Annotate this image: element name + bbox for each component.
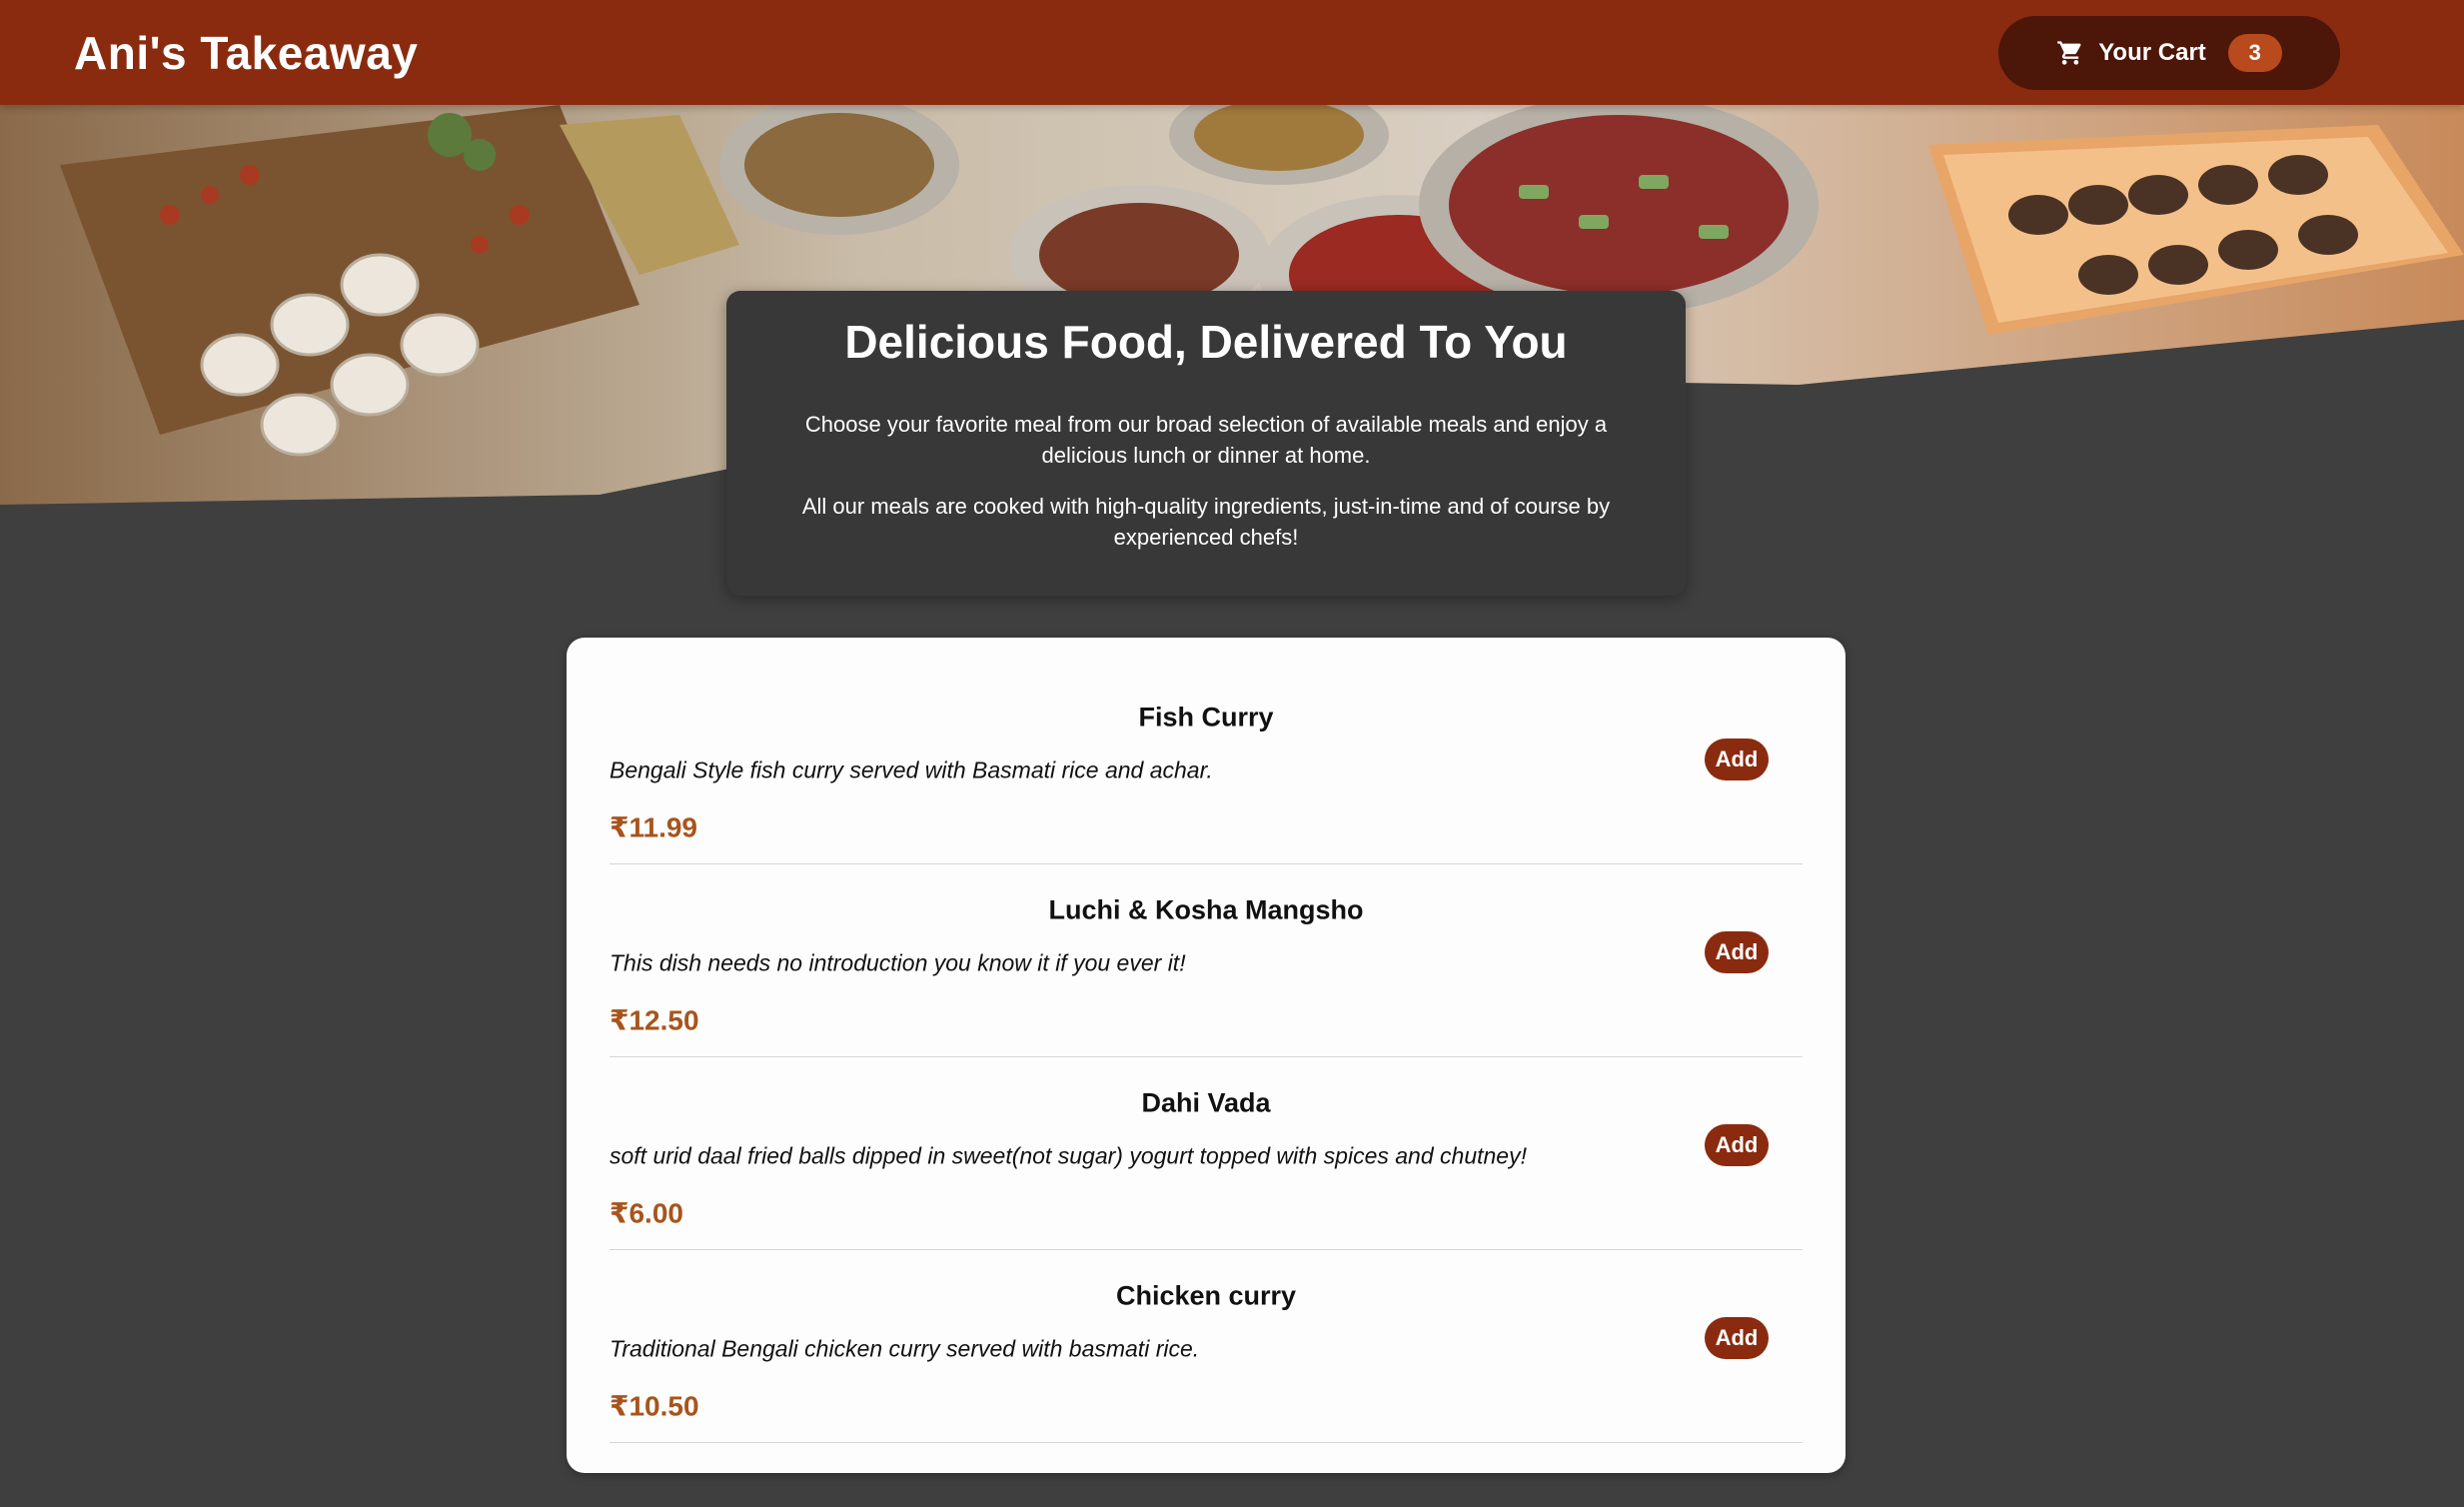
app-title: Ani's Takeaway (74, 26, 419, 79)
meal-description: Traditional Bengali chicken curry served… (610, 1335, 1200, 1362)
meal-price: ₹6.00 (610, 1197, 683, 1229)
meal-description: Bengali Style fish curry served with Bas… (610, 756, 1213, 783)
add-to-cart-button[interactable]: Add (1705, 1317, 1769, 1359)
cart-button[interactable]: Your Cart 3 (1998, 15, 2340, 90)
summary-title: Delicious Food, Delivered To You (844, 316, 1568, 368)
meal-item: Dahi Vada soft urid daal fried balls dip… (610, 1057, 1803, 1250)
meal-name: Dahi Vada (1141, 1087, 1271, 1118)
meal-item: Luchi & Kosha Mangsho This dish needs no… (610, 864, 1803, 1057)
add-to-cart-button[interactable]: Add (1705, 931, 1769, 973)
meal-description: This dish needs no introduction you know… (610, 949, 1186, 976)
meal-price: ₹11.99 (610, 811, 698, 843)
meal-item: Fish Curry Bengali Style fish curry serv… (610, 672, 1803, 864)
summary-paragraph: Choose your favorite meal from our broad… (804, 412, 1608, 468)
meal-description: soft urid daal fried balls dipped in swe… (610, 1142, 1527, 1169)
app-header: Ani's Takeaway Your Cart 3 (0, 0, 2464, 105)
meal-name: Chicken curry (1115, 1280, 1297, 1311)
meal-price: ₹10.50 (610, 1390, 699, 1422)
meal-price: ₹12.50 (610, 1004, 699, 1036)
cart-label: Your Cart (2098, 38, 2206, 66)
add-to-cart-button[interactable]: Add (1705, 1124, 1769, 1166)
add-to-cart-button[interactable]: Add (1705, 739, 1769, 780)
meal-item: Chicken curry Traditional Bengali chicke… (610, 1250, 1803, 1443)
meals-list: Fish Curry Bengali Style fish curry serv… (567, 638, 1846, 1473)
summary-card: Delicious Food, Delivered To You Choose … (726, 291, 1686, 596)
meal-name: Luchi & Kosha Mangsho (1048, 894, 1364, 925)
cart-count-badge: 3 (2227, 33, 2282, 72)
cart-icon (2057, 40, 2081, 65)
meal-name: Fish Curry (1138, 702, 1274, 733)
summary-paragraph: All our meals are cooked with high-quali… (801, 494, 1611, 550)
